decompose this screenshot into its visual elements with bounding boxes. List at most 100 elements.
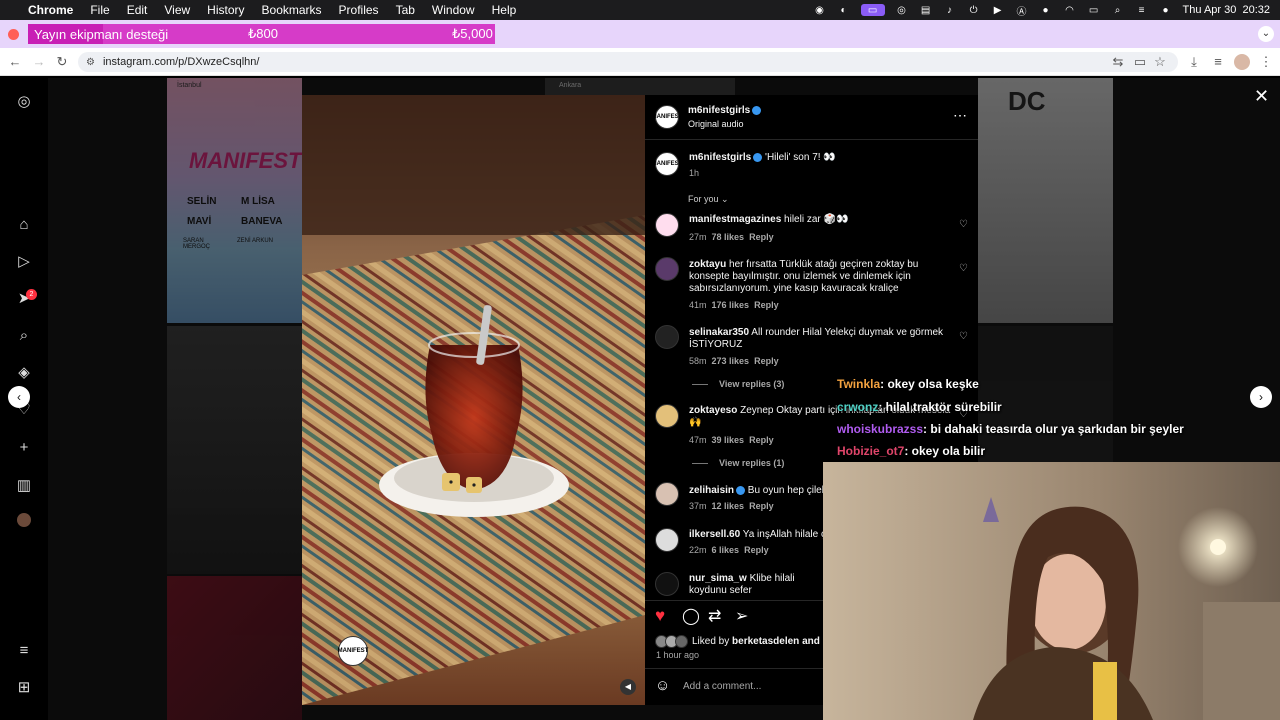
liked-by-user[interactable]: berketasdelen: [732, 636, 799, 647]
sort-comments-dropdown[interactable]: For you ⌄: [688, 194, 729, 205]
previous-post-button[interactable]: ‹: [8, 386, 30, 408]
explore-icon[interactable]: ◈: [14, 363, 34, 383]
comment-likes[interactable]: 273 likes: [712, 356, 750, 366]
grid-tile-carpet[interactable]: [167, 576, 302, 720]
post-media[interactable]: MANIFEST ◀: [302, 95, 645, 705]
site-info-icon[interactable]: ⚙: [86, 57, 95, 68]
comment-avatar[interactable]: [655, 482, 679, 506]
browser-menu-icon[interactable]: ⋮: [1258, 54, 1274, 70]
close-window-button[interactable]: [8, 29, 19, 40]
search-icon[interactable]: ⌕: [14, 326, 34, 346]
status-icon-1[interactable]: ◉: [813, 4, 827, 16]
instagram-logo-icon[interactable]: ◎: [14, 92, 34, 112]
status-icon-5[interactable]: ♪: [943, 4, 957, 16]
menu-profiles[interactable]: Profiles: [339, 3, 379, 17]
post-audio[interactable]: Original audio: [688, 118, 744, 130]
back-icon[interactable]: ←: [7, 54, 23, 70]
reload-icon[interactable]: ↻: [54, 54, 70, 70]
status-icon-4[interactable]: ▤: [919, 4, 933, 16]
like-comment-icon[interactable]: ♡: [959, 219, 968, 230]
status-icon-6[interactable]: ⏻: [967, 4, 981, 16]
reply-button[interactable]: Reply: [744, 545, 769, 555]
more-menu-icon[interactable]: ≡: [14, 641, 34, 661]
user-icon[interactable]: ●: [1039, 4, 1053, 16]
wifi-icon[interactable]: ◠: [1063, 4, 1077, 16]
post-author-avatar[interactable]: MANIFEST: [652, 105, 682, 129]
search-icon[interactable]: ⌕: [1111, 4, 1125, 16]
comment-likes[interactable]: 12 likes: [712, 501, 745, 511]
liked-by-others[interactable]: and 1:: [802, 636, 822, 647]
add-comment-input[interactable]: Add a comment...: [683, 681, 761, 693]
grid-tile-dancers[interactable]: [167, 326, 302, 574]
menubar-datetime[interactable]: Thu Apr 30 20:32: [1183, 4, 1270, 16]
caption-avatar[interactable]: MANIFEST: [652, 152, 682, 176]
status-icon-2[interactable]: ◐: [837, 4, 851, 16]
screen-record-icon[interactable]: ▭: [860, 4, 885, 16]
reels-icon[interactable]: ▷: [14, 252, 34, 272]
comment-likes[interactable]: 39 likes: [712, 435, 745, 445]
keyboard-a-icon[interactable]: Ⓐ: [1015, 4, 1029, 18]
forward-icon[interactable]: →: [31, 54, 47, 70]
comment-avatar[interactable]: [655, 257, 679, 281]
menu-view[interactable]: View: [164, 3, 190, 17]
reading-list-icon[interactable]: ≡: [1210, 54, 1226, 70]
view-replies-button[interactable]: View replies (1): [719, 458, 784, 468]
grid-tile-dance-studio[interactable]: DC: [978, 78, 1113, 323]
play-icon[interactable]: ▶: [991, 4, 1005, 16]
comment-avatar[interactable]: [655, 572, 679, 596]
menu-bookmarks[interactable]: Bookmarks: [262, 3, 322, 17]
like-comment-icon[interactable]: ♡: [959, 331, 968, 342]
repost-icon[interactable]: ⇄: [708, 606, 721, 626]
next-post-button[interactable]: ›: [1250, 386, 1272, 408]
status-icon-3[interactable]: ◎: [895, 4, 909, 16]
menu-help[interactable]: Help: [492, 3, 517, 17]
translate-icon[interactable]: ⇆: [1110, 54, 1126, 70]
mute-audio-icon[interactable]: ◀: [620, 679, 636, 695]
menu-history[interactable]: History: [207, 3, 244, 17]
comment-likes[interactable]: 6 likes: [712, 545, 740, 555]
comment-user[interactable]: zoktayeso: [689, 405, 737, 416]
also-from-meta-icon[interactable]: ⊞: [14, 678, 34, 698]
siri-icon[interactable]: ●: [1159, 4, 1173, 16]
comment-likes[interactable]: 78 likes: [712, 232, 745, 242]
reply-button[interactable]: Reply: [754, 300, 779, 310]
close-modal-icon[interactable]: ✕: [1254, 86, 1269, 107]
comment-user[interactable]: zelihaisin: [689, 485, 734, 496]
comment-avatar[interactable]: [655, 213, 679, 237]
view-replies-button[interactable]: View replies (3): [719, 379, 784, 389]
url-text[interactable]: instagram.com/p/DXwzeCsqlhn/: [103, 56, 260, 68]
download-icon[interactable]: ⤓: [1186, 54, 1202, 70]
comment-user[interactable]: zoktayu: [689, 259, 726, 270]
comment-avatar[interactable]: [655, 528, 679, 552]
comment-avatar[interactable]: [655, 325, 679, 349]
menu-window[interactable]: Window: [432, 3, 475, 17]
cast-icon[interactable]: ▭: [1132, 54, 1148, 70]
comment-user[interactable]: selinakar350: [689, 327, 749, 338]
grid-tile-dark[interactable]: [978, 326, 1113, 462]
menu-edit[interactable]: Edit: [127, 3, 148, 17]
post-author-name[interactable]: m6nifestgirls: [688, 105, 750, 116]
more-options-icon[interactable]: ⋯: [953, 107, 968, 124]
comment-likes[interactable]: 176 likes: [712, 300, 750, 310]
comment-user[interactable]: manifestmagazines: [689, 214, 781, 225]
menu-file[interactable]: File: [90, 3, 109, 17]
create-icon[interactable]: +: [14, 438, 34, 458]
liked-heart-icon[interactable]: ♥: [655, 606, 665, 626]
caption-user[interactable]: m6nifestgirls: [689, 152, 751, 163]
grid-tile-manifest-poster[interactable]: İstanbul MANIFEST SELİN M LİSA MAVİ BANE…: [167, 78, 302, 323]
comment-avatar[interactable]: [655, 404, 679, 428]
comment-user[interactable]: ilkersell.60: [689, 529, 740, 540]
tab-search-icon[interactable]: ⌄: [1258, 26, 1274, 42]
reply-button[interactable]: Reply: [749, 501, 774, 511]
reply-button[interactable]: Reply: [749, 232, 774, 242]
comment-user[interactable]: nur_sima_w: [689, 573, 747, 584]
menu-tab[interactable]: Tab: [396, 3, 415, 17]
reply-button[interactable]: Reply: [754, 356, 779, 366]
bookmark-star-icon[interactable]: ☆: [1152, 54, 1168, 70]
control-center-icon[interactable]: ≡: [1135, 4, 1149, 16]
home-icon[interactable]: ⌂: [14, 215, 34, 235]
profile-avatar[interactable]: [1234, 54, 1250, 70]
like-comment-icon[interactable]: ♡: [959, 263, 968, 274]
share-icon[interactable]: ➢: [735, 606, 748, 626]
emoji-icon[interactable]: ☺: [655, 677, 670, 694]
